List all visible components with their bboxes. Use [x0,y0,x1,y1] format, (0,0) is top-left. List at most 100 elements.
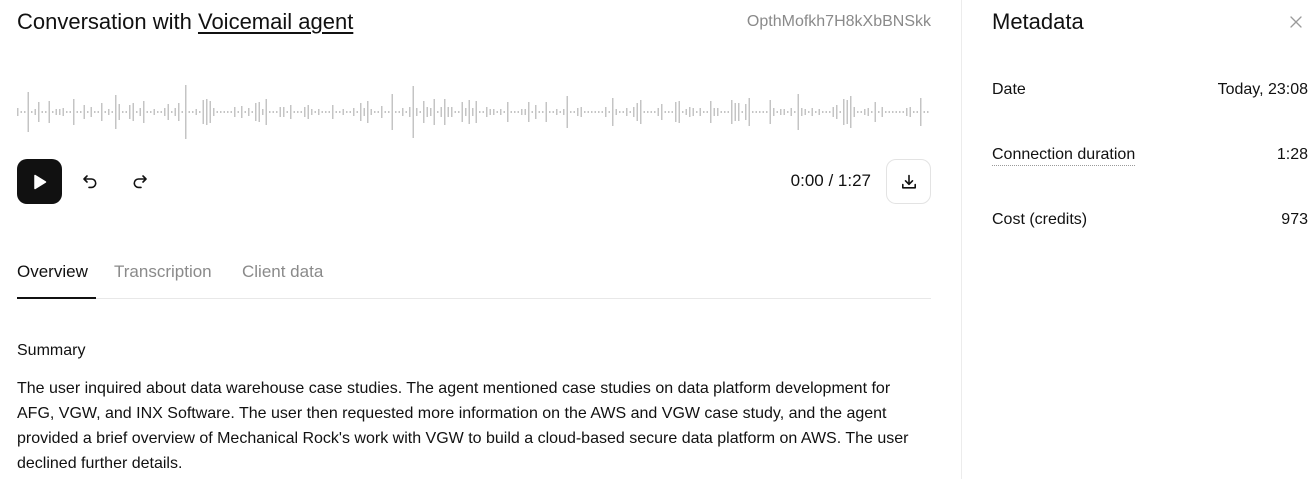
waveform-bar [647,111,649,113]
waveform-bar [335,111,337,113]
waveform-bar [87,111,89,113]
waveform-bar [920,98,922,126]
waveform-bar [223,111,225,113]
waveform-bar [573,111,575,113]
waveform-bar [783,109,785,115]
waveform-bar [258,102,260,122]
waveform-bar [797,94,799,130]
waveform-bar [230,111,232,113]
waveform-bar [339,111,341,113]
waveform-bar [139,108,141,116]
waveform-bar [115,95,117,129]
waveform-bar [269,111,271,113]
waveform-bar [34,109,36,115]
tab-client-data[interactable]: Client data [242,262,323,282]
waveform-bar [174,108,176,116]
waveform-bar [531,111,533,113]
download-icon [901,174,916,189]
waveform-bar [304,107,306,117]
waveform-bar [888,111,890,113]
close-icon [1290,16,1302,28]
waveform-bar [160,111,162,113]
waveform-bar [171,111,173,113]
waveform-bar [552,111,554,113]
waveform-bar [314,111,316,113]
waveform-bar [430,108,432,116]
waveform-bar [496,111,498,113]
waveform-bar [465,108,467,116]
waveform-bar [864,109,866,115]
waveform-bar [594,111,596,113]
tab-overview[interactable]: Overview [17,262,88,282]
waveform-bar [468,100,470,124]
waveform-bar [41,111,43,113]
waveform-bar [356,111,358,113]
waveform-bar [605,107,607,117]
waveform-bar [734,103,736,121]
waveform-bar [766,111,768,113]
forward-button[interactable] [125,166,155,196]
waveform-bar [892,111,894,113]
waveform-bar [867,108,869,116]
waveform-bar [629,111,631,113]
waveform-bar [279,107,281,117]
waveform-bar [262,109,264,115]
waveform-bar [73,99,75,125]
audio-waveform[interactable] [17,84,931,140]
waveform-bar [234,107,236,117]
waveform-bar [195,109,197,115]
waveform-bar [535,105,537,119]
waveform-bar [874,102,876,122]
waveform-bar [657,108,659,116]
waveform-bar [398,111,400,113]
waveform-bar [626,108,628,116]
waveform-bar [759,111,761,113]
waveform-bar [661,104,663,120]
waveform-bar [461,102,463,122]
waveform-bar [241,106,243,118]
waveform-bar [689,107,691,117]
waveform-bar [290,105,292,119]
waveform-bar [251,111,253,113]
play-button[interactable] [17,159,62,204]
metadata-title: Metadata [992,9,1084,34]
waveform-bar [472,108,474,116]
waveform-bar [895,111,897,113]
waveform-bar [447,107,449,117]
waveform-bar [615,109,617,115]
waveform-bar [643,111,645,113]
waveform-bar [493,109,495,115]
waveform-bar [143,101,145,123]
waveform-bar [741,111,743,113]
rewind-button[interactable] [75,166,105,196]
waveform-bar [129,105,131,119]
close-button[interactable] [1286,12,1306,32]
waveform-bar [769,100,771,124]
waveform-bar [24,111,26,113]
waveform-bar [706,111,708,113]
waveform-bar [388,111,390,113]
waveform-bar [206,99,208,125]
waveform-bar [83,105,85,119]
waveform-bar [188,111,190,113]
waveform-bar [622,111,624,113]
waveform-bar [125,111,127,113]
waveform-bar [794,111,796,113]
tab-transcription[interactable]: Transcription [114,262,212,282]
waveform-bar [426,107,428,117]
waveform-bar [654,111,656,113]
waveform-bar [391,94,393,130]
waveform-bar [405,111,407,113]
waveform-bar [458,111,460,113]
metadata-panel: Metadata Date Today, 23:08 Connection du… [962,0,1314,479]
waveform-bar [580,107,582,117]
download-button[interactable] [886,159,931,204]
waveform-bar [811,108,813,116]
waveform-bar [671,111,673,113]
waveform-bar [164,108,166,116]
waveform-bar [440,107,442,117]
metadata-label[interactable]: Connection duration [992,146,1136,166]
waveform-bar [878,111,880,113]
waveform-bar [150,111,152,113]
agent-link[interactable]: Voicemail agent [198,9,353,34]
